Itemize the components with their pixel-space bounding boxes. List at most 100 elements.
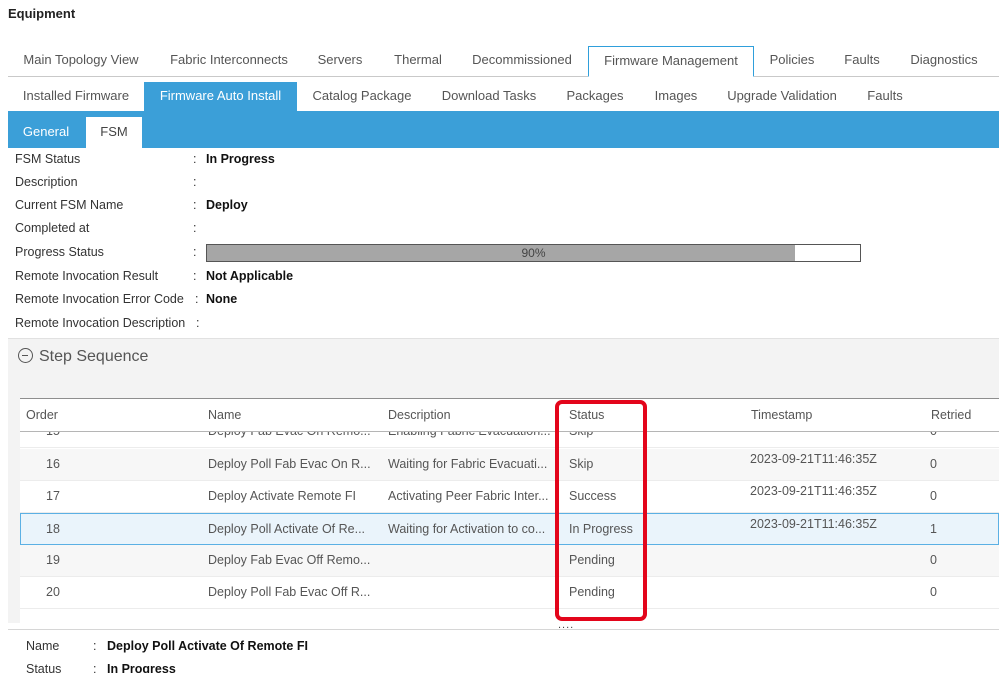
cell-status: Success <box>569 489 617 503</box>
cell-description: Enabling Fabric Evacuation... <box>388 432 551 446</box>
progress-status-label: Progress Status <box>15 245 104 259</box>
step-sequence-panel: Step Sequence Order Name Description Sta… <box>8 338 999 624</box>
tab-firmware-auto-install[interactable]: Firmware Auto Install <box>144 82 297 111</box>
cell-retried: 0 <box>930 432 937 446</box>
collapse-minus-icon[interactable] <box>18 348 33 363</box>
cell-order: 17 <box>46 489 60 503</box>
cell-timestamp: 2023-09-21T11:46:35Z <box>750 484 877 498</box>
current-fsm-name-value: Deploy <box>206 198 248 212</box>
colon: : <box>193 175 197 189</box>
fsm-status-label: FSM Status <box>15 152 81 166</box>
cell-name: Deploy Fab Evac Off Remo... <box>208 553 371 567</box>
cell-status: In Progress <box>569 522 633 536</box>
main-tabs: Main Topology View Fabric Interconnects … <box>8 46 999 77</box>
column-description[interactable]: Description <box>388 399 451 431</box>
progress-bar-text: 90% <box>521 246 546 260</box>
colon: : <box>193 245 197 259</box>
tab-faults[interactable]: Faults <box>832 46 892 77</box>
cell-order: 16 <box>46 457 60 471</box>
cell-name: Deploy Poll Activate Of Re... <box>208 522 366 536</box>
cell-retried: 0 <box>930 553 937 567</box>
colon: : <box>195 292 199 306</box>
step-sequence-table: Order Name Description Status Timestamp … <box>20 398 999 624</box>
colon: : <box>93 639 97 653</box>
table-row-selected[interactable]: 18 Deploy Poll Activate Of Re... Waiting… <box>20 513 999 545</box>
column-timestamp[interactable]: Timestamp <box>751 399 812 431</box>
cell-retried: 0 <box>930 585 937 599</box>
step-sequence-title: Step Sequence <box>39 348 149 365</box>
selected-step-name-value: Deploy Poll Activate Of Remote FI <box>107 639 308 653</box>
column-name[interactable]: Name <box>208 399 241 431</box>
cell-retried: 1 <box>930 522 937 536</box>
current-fsm-name-label: Current FSM Name <box>15 198 124 212</box>
cell-description: Waiting for Fabric Evacuati... <box>388 457 548 471</box>
cell-name: Deploy Poll Fab Evac On R... <box>208 457 371 471</box>
tab-packages[interactable]: Packages <box>556 82 634 111</box>
fsm-status-value: In Progress <box>206 152 275 166</box>
tab-upgrade-validation[interactable]: Upgrade Validation <box>718 82 846 111</box>
cell-status: Pending <box>569 585 615 599</box>
remote-invocation-result-label: Remote Invocation Result <box>15 269 159 283</box>
tab-faults-sub[interactable]: Faults <box>856 82 914 111</box>
tab-main-topology-view[interactable]: Main Topology View <box>8 46 154 77</box>
cell-timestamp: 2023-09-21T11:46:35Z <box>750 452 877 466</box>
colon: : <box>196 316 200 330</box>
cell-status: Pending <box>569 553 615 567</box>
colon: : <box>193 269 197 283</box>
progress-bar: 90% <box>206 244 861 262</box>
table-row[interactable]: 16 Deploy Poll Fab Evac On R... Waiting … <box>20 449 999 481</box>
table-row[interactable]: 20 Deploy Poll Fab Evac Off R... Pending… <box>20 577 999 609</box>
tab-general[interactable]: General <box>14 117 78 148</box>
cell-order: 20 <box>46 585 60 599</box>
tab-firmware-management[interactable]: Firmware Management <box>588 46 754 77</box>
colon: : <box>93 662 97 673</box>
cell-description: Waiting for Activation to co... <box>388 522 546 536</box>
step-sequence-toggle[interactable]: Step Sequence <box>18 347 148 367</box>
description-label: Description <box>15 175 78 189</box>
tab-fabric-interconnects[interactable]: Fabric Interconnects <box>156 46 302 77</box>
tab-decommissioned[interactable]: Decommissioned <box>460 46 584 77</box>
selected-step-name-label: Name <box>26 639 60 653</box>
table-row[interactable]: 15 Deploy Fab Evac On Remo... Enabling F… <box>20 432 999 448</box>
inner-tab-bar: General FSM <box>8 113 999 148</box>
tab-installed-firmware[interactable]: Installed Firmware <box>8 82 144 111</box>
column-status[interactable]: Status <box>569 399 604 431</box>
remote-invocation-description-label: Remote Invocation Description <box>15 316 186 330</box>
cell-status: Skip <box>569 457 594 471</box>
cell-name: Deploy Fab Evac On Remo... <box>208 432 371 446</box>
colon: : <box>193 198 197 212</box>
tab-thermal[interactable]: Thermal <box>380 46 456 77</box>
cell-order: 19 <box>46 553 60 567</box>
colon: : <box>193 221 197 235</box>
selected-step-status-label: Status <box>26 662 62 673</box>
cell-name: Deploy Activate Remote FI <box>208 489 356 503</box>
completed-at-label: Completed at <box>15 221 90 235</box>
cell-status: Skip <box>569 432 593 446</box>
tab-servers[interactable]: Servers <box>304 46 376 77</box>
table-row[interactable]: 17 Deploy Activate Remote FI Activating … <box>20 481 999 513</box>
cell-name: Deploy Poll Fab Evac Off R... <box>208 585 371 599</box>
tab-catalog-package[interactable]: Catalog Package <box>302 82 422 111</box>
remote-invocation-error-code-label: Remote Invocation Error Code <box>15 292 184 306</box>
table-row[interactable]: 19 Deploy Fab Evac Off Remo... Pending 0 <box>20 545 999 577</box>
cell-description: Activating Peer Fabric Inter... <box>388 489 549 503</box>
remote-invocation-error-code-value: None <box>206 292 238 306</box>
tab-download-tasks[interactable]: Download Tasks <box>428 82 550 111</box>
cell-retried: 0 <box>930 457 937 471</box>
cell-order: 18 <box>46 522 60 536</box>
tab-fsm[interactable]: FSM <box>86 117 142 148</box>
cell-timestamp: 2023-09-21T11:46:35Z <box>750 517 877 531</box>
tab-policies[interactable]: Policies <box>758 46 826 77</box>
cell-order: 15 <box>46 432 60 446</box>
colon: : <box>193 152 197 166</box>
tab-images[interactable]: Images <box>640 82 712 111</box>
sub-tabs: Installed Firmware Firmware Auto Install… <box>8 82 999 113</box>
selected-step-status-value: In Progress <box>107 662 176 673</box>
remote-invocation-result-value: Not Applicable <box>206 269 294 283</box>
divider <box>8 629 999 630</box>
table-header: Order Name Description Status Timestamp … <box>20 398 999 432</box>
tab-diagnostics[interactable]: Diagnostics <box>900 46 988 77</box>
page-title: Equipment <box>8 6 76 21</box>
column-order[interactable]: Order <box>26 399 58 431</box>
column-retried[interactable]: Retried <box>931 399 971 431</box>
